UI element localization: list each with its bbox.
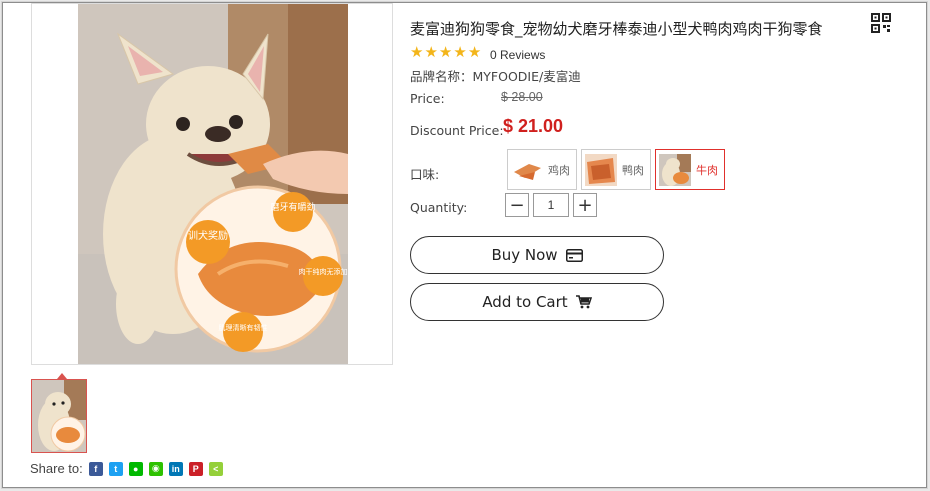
cart-icon xyxy=(575,295,592,309)
badge-text: 训犬奖励 xyxy=(188,229,228,242)
flavor-option-beef[interactable]: 牛肉 xyxy=(655,149,725,190)
flavor-label: 口味: xyxy=(410,167,440,182)
rating-stars: ★ ★ ★ ★ ★ xyxy=(410,45,481,60)
thumbnail-image[interactable] xyxy=(31,379,87,453)
flavor-label-text: 牛肉 xyxy=(696,163,718,177)
star-icon: ★ xyxy=(438,44,453,61)
flavor-label-text: 鸡肉 xyxy=(548,163,570,177)
add-to-cart-button[interactable]: Add to Cart xyxy=(410,283,664,321)
star-icon: ★ xyxy=(467,44,482,61)
badge-text: 肌理清晰有韧性 xyxy=(219,323,268,332)
flavor-label-text: 鸭肉 xyxy=(622,163,644,177)
flavor-options: 鸡肉 鸭肉 牛肉 xyxy=(507,149,725,190)
product-title: 麦富迪狗狗零食_宠物幼犬磨牙棒泰迪小型犬鸭肉鸡肉干狗零食 xyxy=(410,20,823,38)
star-icon: ★ xyxy=(424,44,438,61)
buy-now-label: Buy Now xyxy=(491,246,558,264)
flavor-swatch xyxy=(585,153,617,186)
flavor-swatch xyxy=(511,153,543,186)
quantity-stepper: − + xyxy=(505,193,597,217)
linkedin-icon[interactable]: in xyxy=(168,461,183,476)
pinterest-icon[interactable]: P xyxy=(188,461,203,476)
flavor-swatch xyxy=(659,153,691,186)
facebook-icon[interactable]: f xyxy=(88,461,103,476)
price-label: Price: xyxy=(410,91,445,106)
credit-card-icon xyxy=(565,248,583,262)
share-label: Share to: xyxy=(30,461,83,476)
thumbnail-photo xyxy=(32,380,86,452)
qr-code-icon[interactable] xyxy=(871,13,891,33)
badge-text: 肉干纯肉无添加 xyxy=(299,267,348,276)
original-price: $ 28.00 xyxy=(501,90,543,104)
discount-price: $ 21.00 xyxy=(503,116,564,136)
share-bar: Share to: f t ● ◉ in P < xyxy=(30,461,223,476)
increase-quantity-button[interactable]: + xyxy=(573,193,597,217)
flavor-option-chicken[interactable]: 鸡肉 xyxy=(507,149,577,190)
add-to-cart-label: Add to Cart xyxy=(482,293,568,311)
star-icon: ★ xyxy=(453,44,467,61)
line-icon[interactable]: ● xyxy=(128,461,143,476)
wechat-icon[interactable]: ◉ xyxy=(148,461,163,476)
main-product-image: 训犬奖励 磨牙有嚼劲 肉干纯肉无添加 肌理清晰有韧性 xyxy=(31,3,393,365)
badge-text: 磨牙有嚼劲 xyxy=(270,201,315,213)
flavor-option-duck[interactable]: 鸭肉 xyxy=(581,149,651,190)
reviews-link[interactable]: 0 Reviews xyxy=(490,48,545,62)
twitter-icon[interactable]: t xyxy=(108,461,123,476)
brand-name: 品牌名称：MYFOODIE/麦富迪 xyxy=(410,69,581,84)
star-icon: ★ xyxy=(410,44,424,61)
share-icon[interactable]: < xyxy=(208,461,223,476)
product-page: 训犬奖励 磨牙有嚼劲 肉干纯肉无添加 肌理清晰有韧性 Share to: f t… xyxy=(2,2,927,488)
discount-price-label: Discount Price: xyxy=(410,123,504,138)
buy-now-button[interactable]: Buy Now xyxy=(410,236,664,274)
dog-photo: 训犬奖励 磨牙有嚼劲 肉干纯肉无添加 肌理清晰有韧性 xyxy=(78,4,348,364)
decrease-quantity-button[interactable]: − xyxy=(505,193,529,217)
quantity-input[interactable] xyxy=(533,193,569,217)
quantity-label: Quantity: xyxy=(410,200,468,215)
